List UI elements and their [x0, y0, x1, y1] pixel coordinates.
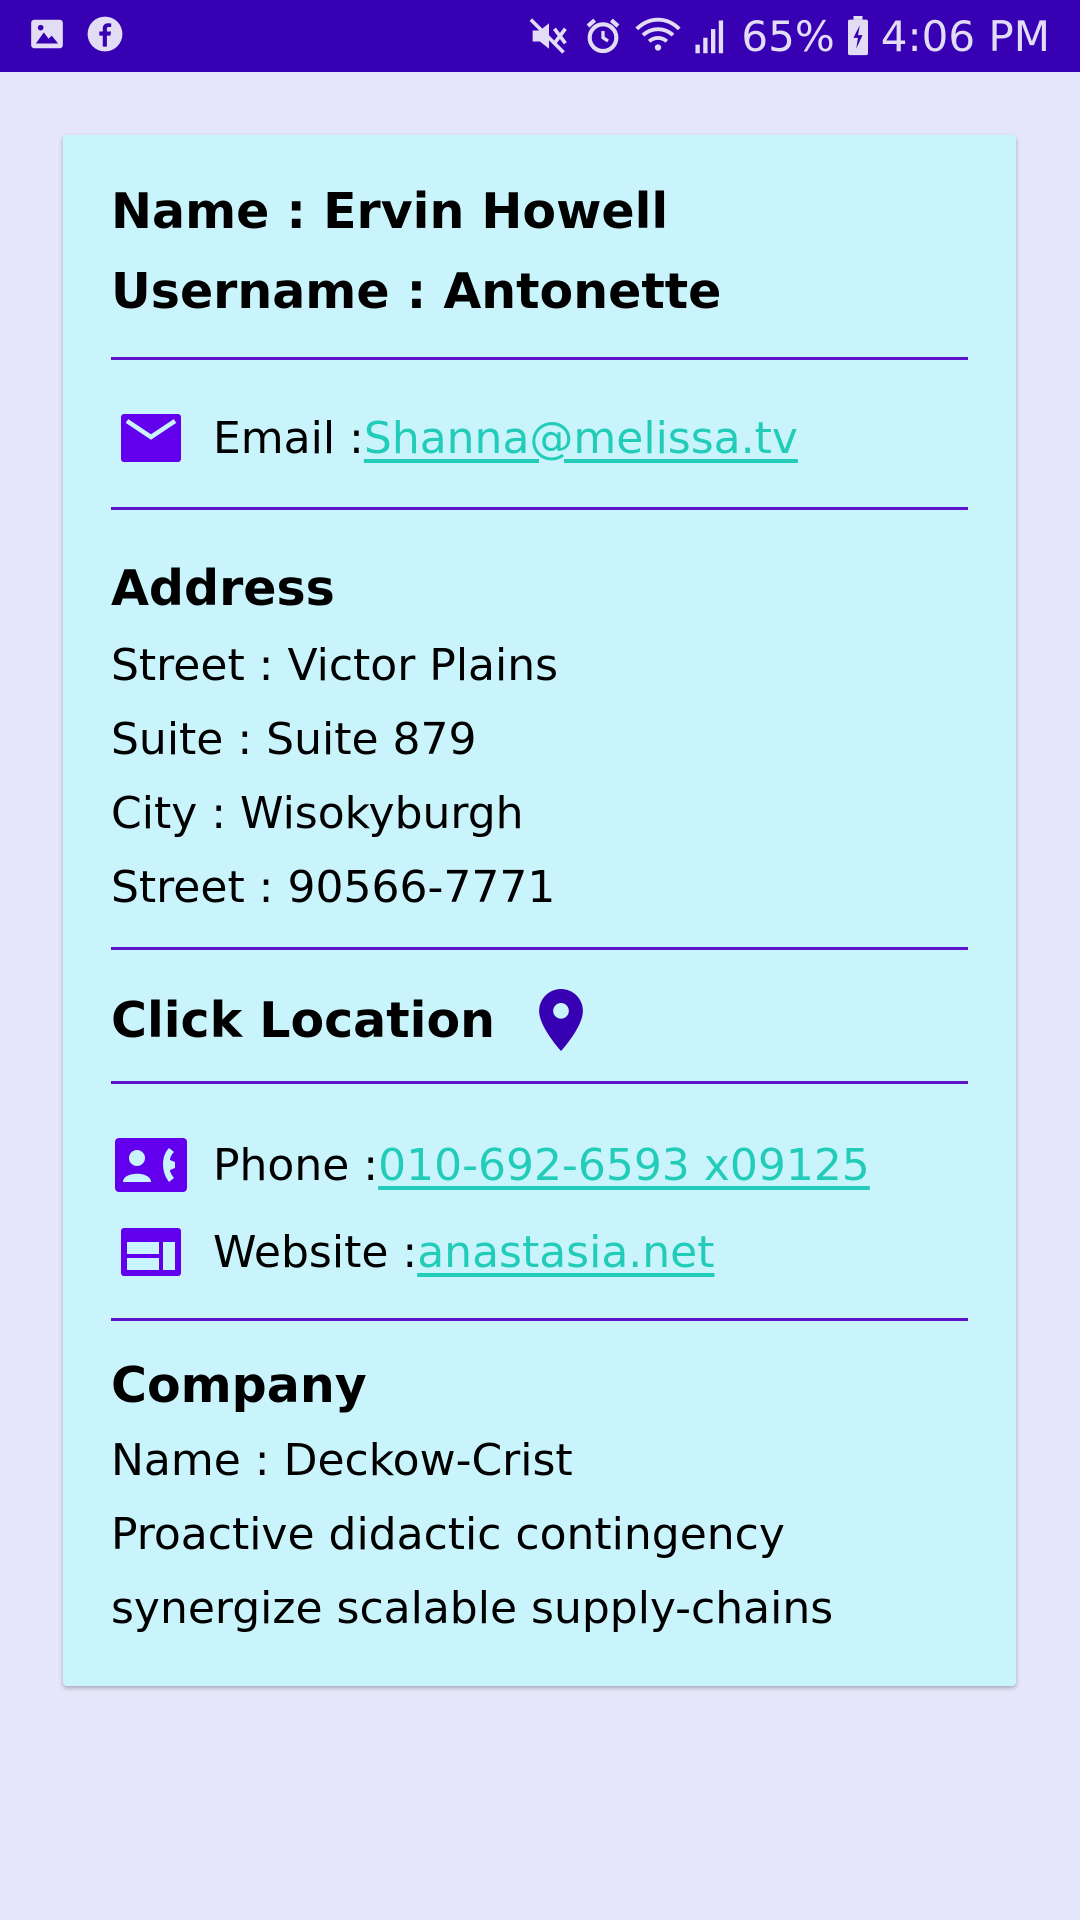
email-row: Email : Shanna@melissa.tv — [111, 403, 798, 473]
company-name: Name : Deckow-Crist — [111, 1435, 573, 1486]
company-catchphrase-line-1: Proactive didactic contingency — [111, 1509, 785, 1560]
click-location-button[interactable]: Click Location — [111, 975, 583, 1065]
name-label: Name : — [111, 183, 324, 240]
contact-phone-icon — [111, 1138, 191, 1192]
mute-icon — [527, 16, 571, 56]
click-location-label: Click Location — [111, 991, 496, 1049]
mail-icon — [111, 413, 191, 463]
divider — [111, 1081, 968, 1084]
facebook-icon — [86, 15, 124, 53]
clock: 4:06 PM — [880, 11, 1050, 61]
alarm-icon — [583, 16, 623, 56]
name-line: Name : Ervin Howell — [111, 183, 668, 240]
email-link[interactable]: Shanna@melissa.tv — [364, 413, 798, 464]
website-label: Website : — [213, 1226, 418, 1278]
address-street: Street : Victor Plains — [111, 640, 559, 691]
phone-row: Phone : 010-692-6593 x09125 — [111, 1125, 870, 1205]
divider — [111, 947, 968, 950]
username-value: Antonette — [443, 263, 722, 320]
website-link[interactable]: anastasia.net — [417, 1227, 714, 1278]
wifi-icon — [635, 16, 682, 56]
battery-charging-icon — [847, 16, 869, 56]
address-zipcode: Street : 90566-7771 — [111, 862, 556, 913]
web-icon — [111, 1227, 191, 1277]
address-city: City : Wisokyburgh — [111, 788, 524, 839]
divider — [111, 1318, 968, 1321]
location-pin-icon[interactable] — [539, 989, 583, 1051]
email-label: Email : — [213, 412, 364, 464]
user-detail-card: Name : Ervin Howell Username : Antonette… — [63, 135, 1016, 1686]
phone-link[interactable]: 010-692-6593 x09125 — [378, 1140, 870, 1191]
username-label: Username : — [111, 263, 444, 320]
signal-icon — [693, 17, 729, 55]
battery-percent: 65% — [741, 11, 835, 61]
gallery-icon — [28, 15, 66, 53]
phone-label: Phone : — [213, 1139, 379, 1191]
name-value: Ervin Howell — [323, 183, 669, 240]
website-row: Website : anastasia.net — [111, 1212, 714, 1292]
divider — [111, 357, 968, 360]
username-line: Username : Antonette — [111, 263, 721, 320]
status-bar: 65% 4:06 PM — [0, 0, 1080, 72]
company-catchphrase-line-2: synergize scalable supply-chains — [111, 1583, 834, 1634]
address-heading: Address — [111, 560, 335, 617]
address-suite: Suite : Suite 879 — [111, 714, 477, 765]
divider — [111, 507, 968, 510]
company-heading: Company — [111, 1357, 367, 1414]
